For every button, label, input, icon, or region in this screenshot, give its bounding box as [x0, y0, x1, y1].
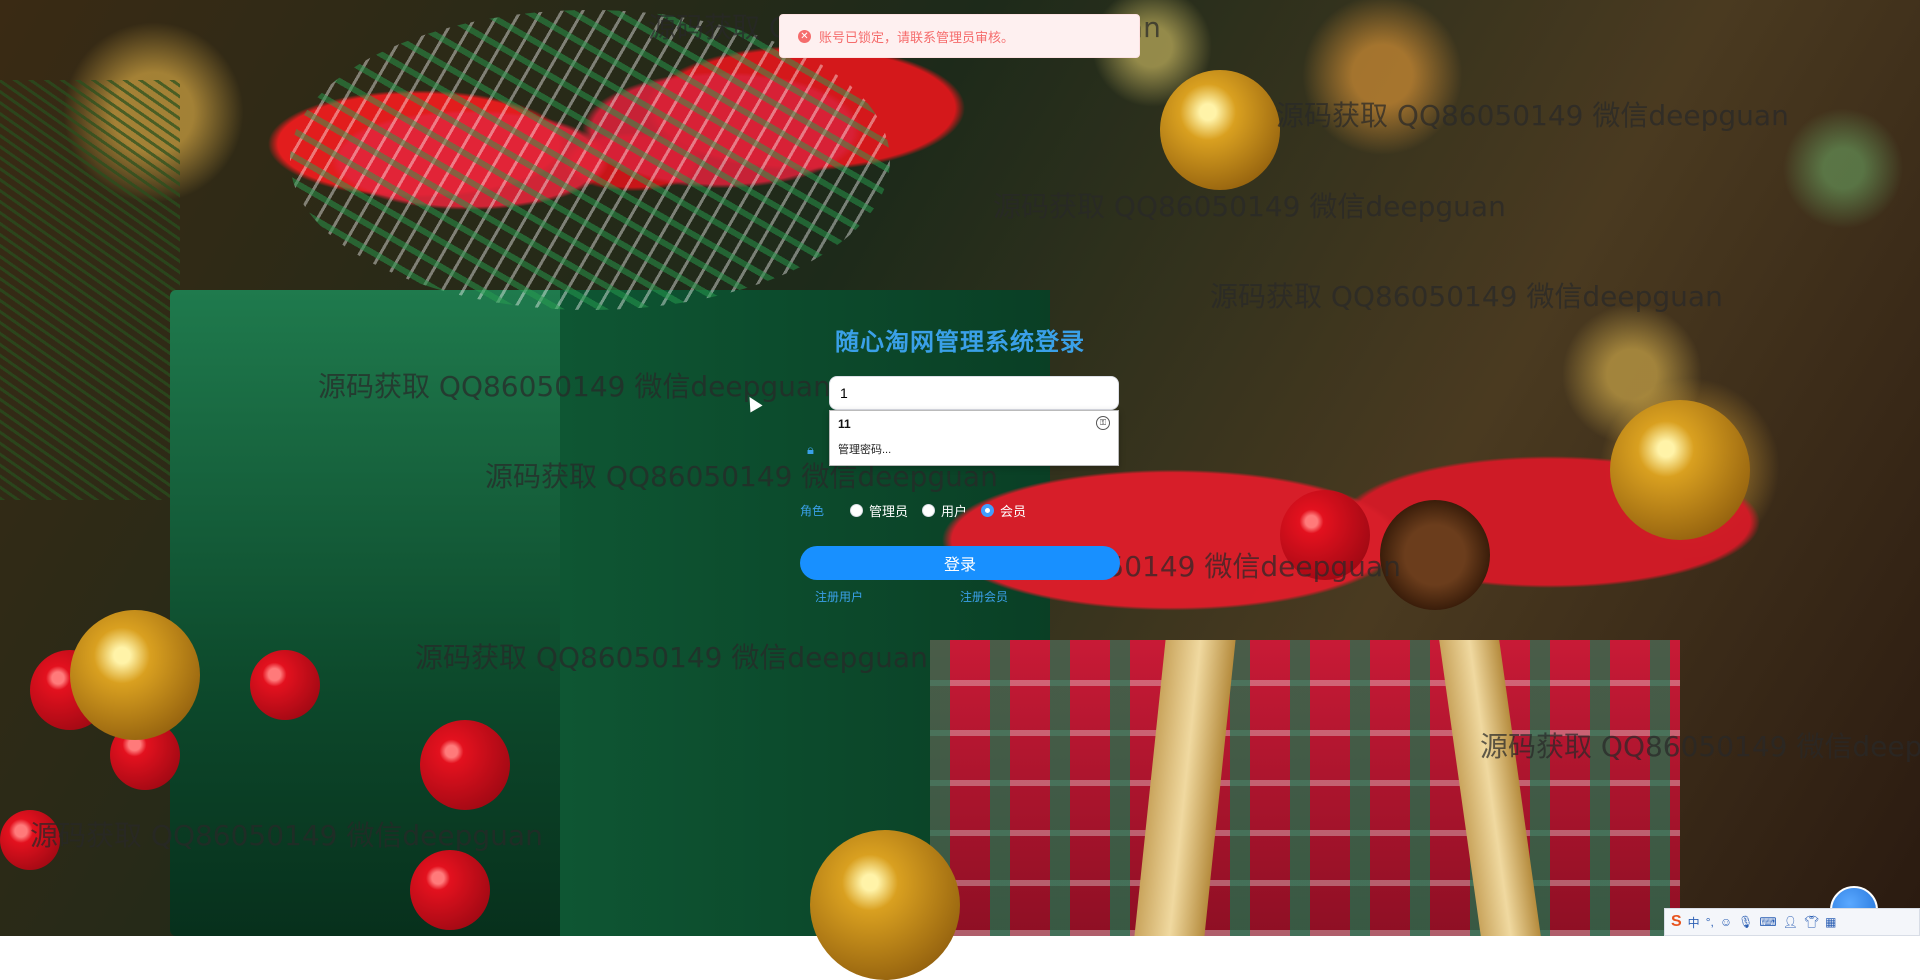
emoji-icon[interactable]: ☺ [1720, 915, 1732, 929]
role-option-label: 管理员 [869, 503, 909, 519]
punctuation-icon[interactable]: °, [1706, 915, 1714, 929]
role-radio-admin[interactable]: 管理员 [850, 501, 908, 520]
berry [1280, 490, 1370, 580]
error-circle-icon: ✕ [798, 29, 811, 43]
role-label: 角色 [800, 503, 825, 518]
microphone-icon[interactable]: 🎙︎ [1738, 915, 1753, 929]
toolbox-icon[interactable]: ▦ [1825, 915, 1836, 929]
username-input[interactable] [829, 376, 1119, 410]
manage-passwords-link[interactable]: 管理密码... [838, 441, 891, 457]
gold-ornament [70, 610, 200, 740]
key-icon: ⚿ [1096, 416, 1110, 430]
ime-toolbar: S 中 °, ☺ 🎙︎ ⌨ 👤︎ 👕︎ ▦ [1664, 908, 1920, 936]
radio-indicator[interactable] [850, 503, 864, 517]
radio-indicator[interactable] [922, 503, 936, 517]
skin-icon[interactable]: 👕︎ [1804, 915, 1819, 929]
berry [0, 810, 60, 870]
gold-ornament [1160, 70, 1280, 190]
berry [250, 650, 320, 720]
autocomplete-dropdown[interactable]: 11 ⚿ 管理密码... [829, 410, 1119, 466]
radio-indicator[interactable] [981, 503, 995, 517]
autocomplete-suggestion[interactable]: 11 [838, 417, 851, 431]
gold-ornament [1610, 400, 1750, 540]
register-user-link[interactable]: 注册用户 [815, 588, 863, 605]
lock-icon: 🔒︎ [807, 442, 814, 457]
gold-ornament [810, 830, 960, 980]
role-option-label: 会员 [1000, 503, 1027, 519]
ime-mode[interactable]: 中 [1688, 914, 1700, 931]
login-button[interactable]: 登录 [800, 546, 1120, 580]
login-title: 随心淘网管理系统登录 [835, 329, 1085, 356]
pine-branches [0, 80, 180, 500]
berry [410, 850, 490, 930]
role-group: 角色 管理员 用户 会员 [800, 500, 1040, 520]
role-radio-user[interactable]: 用户 [922, 501, 967, 520]
toast-message: 账号已锁定，请联系管理员审核。 [819, 29, 1015, 45]
keyboard-icon[interactable]: ⌨ [1759, 915, 1776, 929]
ime-logo[interactable]: S [1671, 913, 1682, 931]
register-member-link[interactable]: 注册会员 [960, 588, 1008, 605]
error-toast: ✕ 账号已锁定，请联系管理员审核。 [779, 14, 1140, 58]
plaid-gift-box [930, 640, 1680, 936]
user-icon[interactable]: 👤︎ [1783, 915, 1798, 929]
role-radio-member[interactable]: 会员 [981, 501, 1026, 520]
pinecone [1380, 500, 1490, 610]
username-field-wrap [829, 376, 1119, 410]
berry [420, 720, 510, 810]
role-option-label: 用户 [941, 503, 968, 519]
